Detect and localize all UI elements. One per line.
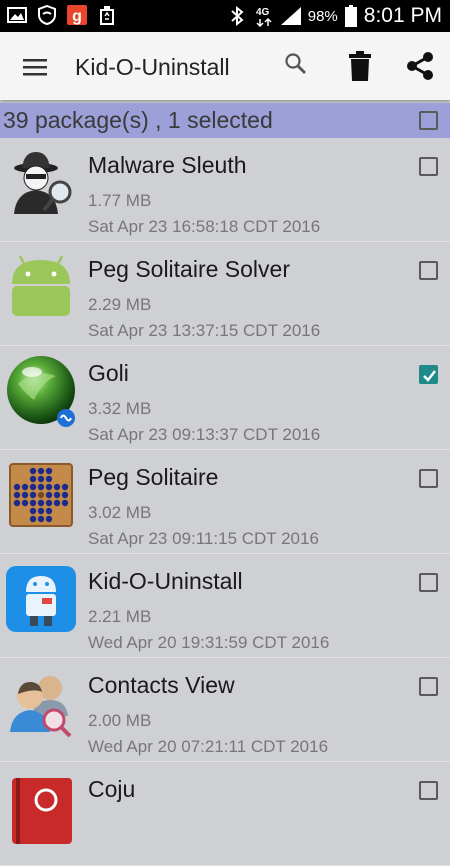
- android-icon: [4, 250, 78, 324]
- app-bar: Kid-O-Uninstall: [0, 32, 450, 100]
- package-row[interactable]: Peg Solitaire 3.02 MB Sat Apr 23 09:11:1…: [0, 450, 450, 554]
- share-button[interactable]: [402, 48, 438, 84]
- package-checkbox[interactable]: [419, 677, 438, 696]
- package-checkbox[interactable]: [419, 157, 438, 176]
- package-row[interactable]: Malware Sleuth 1.77 MB Sat Apr 23 16:58:…: [0, 138, 450, 242]
- kid-android-icon: [4, 562, 78, 636]
- recycle-icon: [96, 4, 118, 26]
- delete-button[interactable]: [342, 48, 378, 84]
- package-row[interactable]: Goli 3.32 MB Sat Apr 23 09:13:37 CDT 201…: [0, 346, 450, 450]
- package-row[interactable]: Peg Solitaire Solver 2.29 MB Sat Apr 23 …: [0, 242, 450, 346]
- clock: 8:01 PM: [363, 4, 442, 27]
- svg-text:g: g: [72, 8, 82, 25]
- package-size: 2.21 MB: [88, 607, 152, 626]
- package-checkbox[interactable]: [419, 573, 438, 592]
- menu-button[interactable]: [18, 50, 52, 84]
- menu-icon: [23, 59, 47, 76]
- package-name: Contacts View: [88, 672, 235, 698]
- package-date: Sat Apr 23 09:13:37 CDT 2016: [88, 425, 321, 444]
- package-name: Peg Solitaire Solver: [88, 256, 290, 282]
- svg-text:4G: 4G: [256, 7, 270, 18]
- package-name: Peg Solitaire: [88, 464, 219, 490]
- bluetooth-icon: [226, 5, 248, 27]
- package-checkbox[interactable]: [419, 365, 438, 384]
- package-date: Sat Apr 23 16:58:18 CDT 2016: [88, 217, 321, 236]
- search-button[interactable]: [280, 48, 312, 80]
- battery-percent: 98%: [307, 7, 338, 25]
- battery-icon: [344, 5, 358, 27]
- package-size: 3.02 MB: [88, 503, 152, 522]
- package-row[interactable]: Coju: [0, 762, 450, 866]
- package-row[interactable]: Kid-O-Uninstall 2.21 MB Wed Apr 20 19:31…: [0, 554, 450, 658]
- shield-icon: [36, 4, 58, 26]
- package-name: Goli: [88, 360, 129, 386]
- package-date: Wed Apr 20 19:31:59 CDT 2016: [88, 633, 330, 652]
- checkmark-icon: [423, 370, 436, 382]
- peg-board-icon: [4, 458, 78, 532]
- package-size: 2.00 MB: [88, 711, 152, 730]
- g-app-icon: g: [66, 4, 88, 26]
- package-checkbox[interactable]: [419, 469, 438, 488]
- package-size: 2.29 MB: [88, 295, 152, 314]
- contacts-icon: [4, 666, 78, 740]
- status-bar: g 4G 98% 8:01 PM: [0, 0, 450, 32]
- package-date: Wed Apr 20 07:21:11 CDT 2016: [88, 737, 329, 756]
- share-icon: [407, 52, 433, 80]
- detective-icon: [4, 146, 78, 220]
- package-list: Malware Sleuth 1.77 MB Sat Apr 23 16:58:…: [0, 138, 450, 866]
- marble-icon: [4, 354, 78, 428]
- selection-summary: 39 package(s) , 1 selected: [3, 107, 273, 133]
- select-all-checkbox[interactable]: [419, 111, 438, 130]
- app-title: Kid-O-Uninstall: [75, 54, 230, 80]
- search-icon: [285, 53, 306, 74]
- package-size: 3.32 MB: [88, 399, 152, 418]
- package-name: Coju: [88, 776, 136, 802]
- package-date: Sat Apr 23 09:11:15 CDT 2016: [88, 529, 319, 548]
- trash-icon: [349, 51, 371, 81]
- signal-icon: [280, 5, 302, 27]
- package-size: 1.77 MB: [88, 191, 152, 210]
- package-date: Sat Apr 23 13:37:15 CDT 2016: [88, 321, 321, 340]
- book-icon: [4, 770, 78, 844]
- package-row[interactable]: Contacts View 2.00 MB Wed Apr 20 07:21:1…: [0, 658, 450, 762]
- image-icon: [6, 4, 28, 26]
- selection-summary-bar: 39 package(s) , 1 selected: [0, 103, 450, 138]
- 4g-icon: 4G: [254, 5, 274, 27]
- package-checkbox[interactable]: [419, 261, 438, 280]
- package-name: Kid-O-Uninstall: [88, 568, 243, 594]
- package-checkbox[interactable]: [419, 781, 438, 800]
- package-name: Malware Sleuth: [88, 152, 247, 178]
